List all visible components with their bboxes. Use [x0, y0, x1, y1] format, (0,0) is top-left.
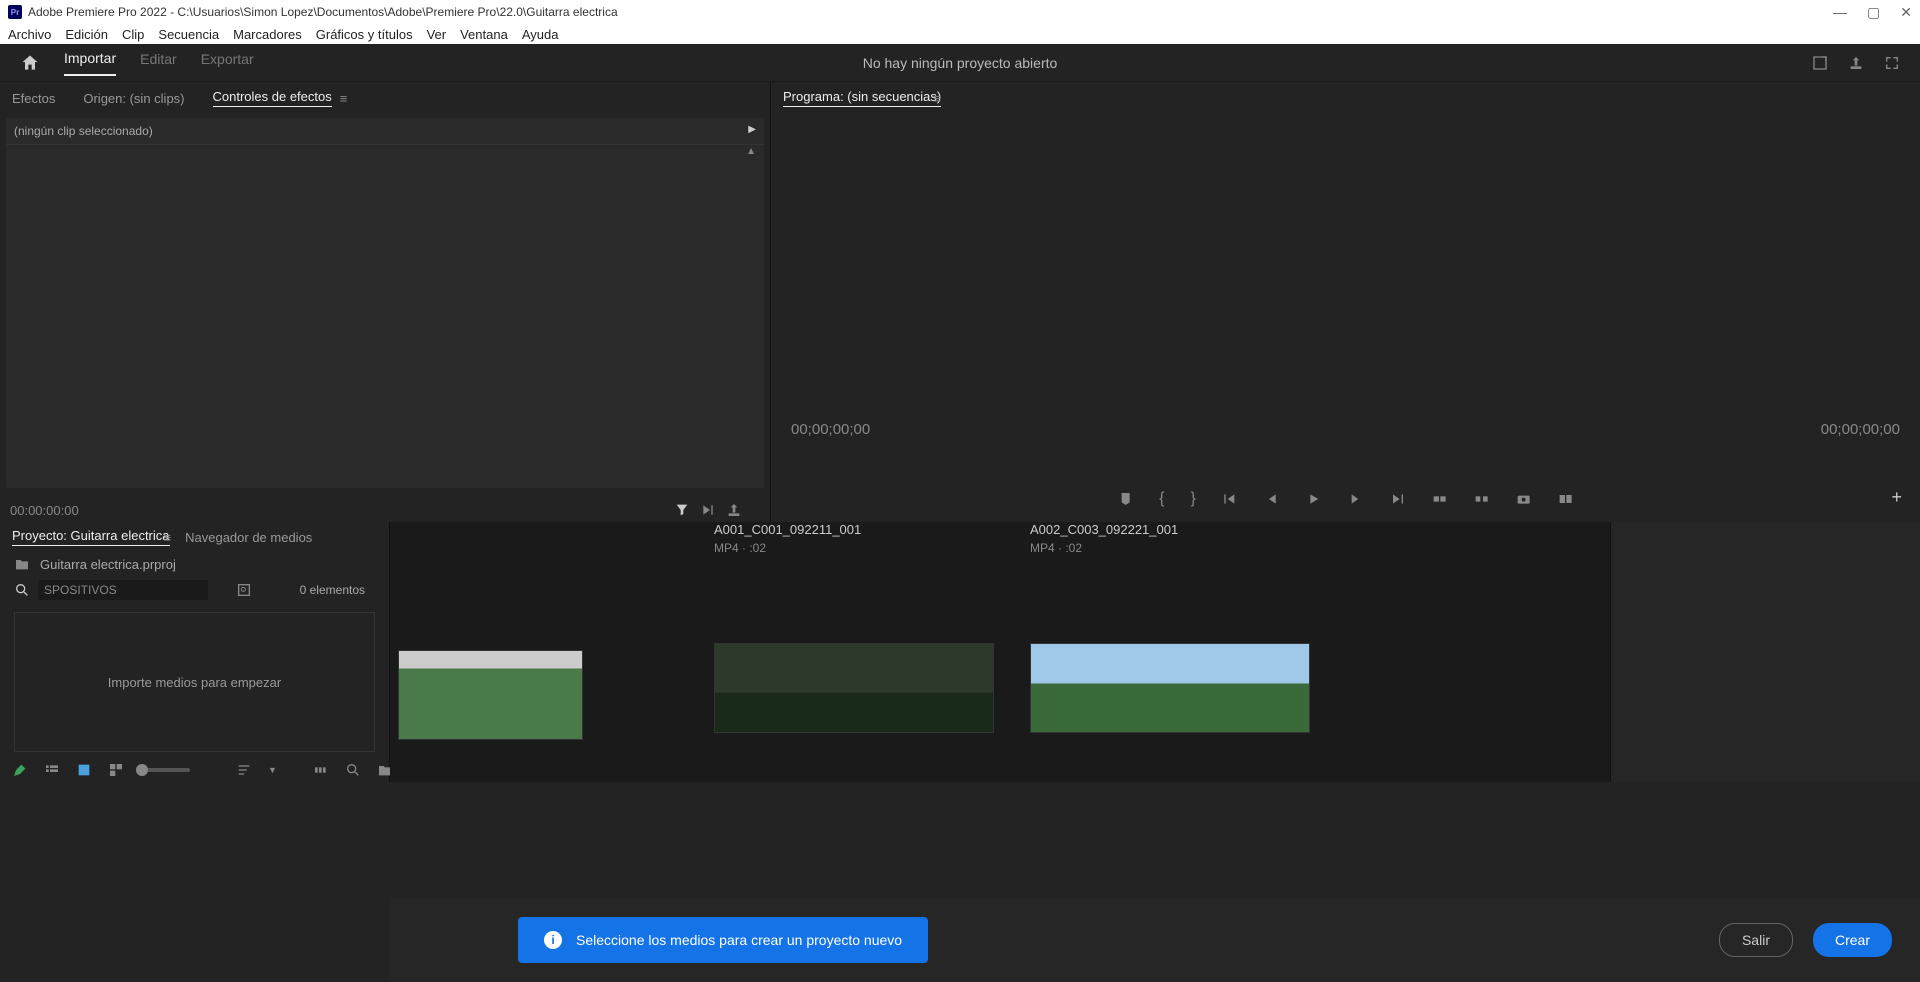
action-bar: i Seleccione los medios para crear un pr… [390, 898, 1920, 982]
media-thumbnail[interactable] [398, 650, 583, 740]
menu-graficos[interactable]: Gráficos y títulos [316, 27, 413, 42]
step-back-icon[interactable] [1264, 491, 1280, 507]
camera-icon[interactable] [1516, 491, 1532, 507]
sort-icon[interactable] [236, 762, 252, 778]
out-bracket-icon[interactable]: } [1191, 490, 1196, 508]
icon-view-icon[interactable] [76, 762, 92, 778]
in-bracket-icon[interactable]: { [1159, 490, 1164, 508]
extract-icon[interactable] [1474, 491, 1490, 507]
menu-ver[interactable]: Ver [427, 27, 447, 42]
sort-dropdown-icon[interactable]: ▼ [268, 765, 277, 775]
ws-tab-editar[interactable]: Editar [140, 51, 177, 75]
media-item[interactable]: A001_C001_092211_001 MP4 · :02 [714, 522, 994, 740]
info-message: i Seleccione los medios para crear un pr… [518, 917, 928, 963]
search-icon[interactable] [14, 582, 30, 598]
new-search-bin-icon[interactable] [236, 582, 252, 598]
tab-proyecto[interactable]: Proyecto: Guitarra electrica [12, 528, 170, 546]
zoom-slider[interactable] [140, 768, 190, 772]
export-frame-icon[interactable] [726, 502, 742, 518]
right-empty-panel [1610, 522, 1920, 782]
media-thumbnail[interactable] [1030, 643, 1310, 733]
program-panel-menu-icon[interactable]: ≡ [933, 91, 941, 106]
ws-tab-importar[interactable]: Importar [64, 50, 116, 76]
menu-edicion[interactable]: Edición [65, 27, 108, 42]
maximize-button[interactable]: ▢ [1867, 4, 1880, 21]
source-panel: Efectos Origen: (sin clips) Controles de… [0, 82, 770, 522]
exit-button[interactable]: Salir [1719, 923, 1793, 957]
home-icon[interactable] [20, 53, 40, 73]
tab-efectos[interactable]: Efectos [12, 91, 55, 106]
automate-icon[interactable] [313, 762, 329, 778]
write-icon[interactable] [12, 762, 28, 778]
close-button[interactable]: ✕ [1900, 4, 1912, 21]
program-panel: Programa: (sin secuencias) ≡ 00;00;00;00… [770, 82, 1920, 522]
info-text: Seleccione los medios para crear un proy… [576, 932, 902, 948]
freeform-view-icon[interactable] [108, 762, 124, 778]
project-panel-menu-icon[interactable]: ≡ [164, 530, 172, 545]
add-button-icon[interactable]: + [1891, 487, 1902, 508]
source-panel-menu-icon[interactable]: ≡ [340, 91, 348, 106]
menu-marcadores[interactable]: Marcadores [233, 27, 302, 42]
minimize-button[interactable]: — [1833, 4, 1847, 21]
quick-export-icon[interactable] [1812, 55, 1828, 71]
fullscreen-icon[interactable] [1884, 55, 1900, 71]
menu-secuencia[interactable]: Secuencia [158, 27, 219, 42]
go-to-in-icon[interactable] [1222, 491, 1238, 507]
project-panel: Proyecto: Guitarra electrica ≡ Navegador… [0, 522, 390, 782]
media-meta: MP4 · :02 [1030, 541, 1310, 555]
tab-controles-efectos[interactable]: Controles de efectos [213, 89, 332, 107]
source-timecode: 00:00:00:00 [10, 503, 79, 518]
bin-icon [14, 556, 30, 572]
create-button[interactable]: Crear [1813, 923, 1892, 957]
tab-navegador-medios[interactable]: Navegador de medios [185, 530, 312, 545]
go-to-out-icon[interactable] [1390, 491, 1406, 507]
info-icon: i [544, 931, 562, 949]
clip-header-text: (ningún clip seleccionado) [14, 124, 153, 138]
title-bar: Pr Adobe Premiere Pro 2022 - C:\Usuarios… [0, 0, 1920, 24]
program-tc-right: 00;00;00;00 [1821, 421, 1900, 438]
media-meta: MP4 · :02 [714, 541, 994, 555]
expand-icon[interactable]: ▶ [748, 124, 756, 138]
program-tc-left: 00;00;00;00 [791, 421, 870, 438]
share-icon[interactable] [1848, 55, 1864, 71]
list-view-icon[interactable] [44, 762, 60, 778]
play-icon[interactable] [1306, 491, 1322, 507]
insert-icon[interactable] [700, 502, 716, 518]
media-name: A001_C001_092211_001 [714, 522, 994, 537]
app-icon: Pr [8, 5, 22, 19]
find-icon[interactable] [345, 762, 361, 778]
workspace-bar: Importar Editar Exportar No hay ningún p… [0, 44, 1920, 82]
tab-programa[interactable]: Programa: (sin secuencias) [783, 89, 941, 107]
media-item[interactable]: A002_C003_092221_001 MP4 · :02 [1030, 522, 1310, 740]
media-browser: A001_C001_092211_001 MP4 · :02 A002_C003… [390, 522, 1610, 782]
lift-icon[interactable] [1432, 491, 1448, 507]
menu-bar: Archivo Edición Clip Secuencia Marcadore… [0, 24, 1920, 44]
menu-ventana[interactable]: Ventana [460, 27, 508, 42]
project-status: No hay ningún proyecto abierto [863, 55, 1058, 71]
step-forward-icon[interactable] [1348, 491, 1364, 507]
filter-icon[interactable] [674, 502, 690, 518]
menu-ayuda[interactable]: Ayuda [522, 27, 559, 42]
window-title: Adobe Premiere Pro 2022 - C:\Usuarios\Si… [28, 5, 618, 19]
menu-clip[interactable]: Clip [122, 27, 144, 42]
menu-archivo[interactable]: Archivo [8, 27, 51, 42]
media-thumbnail[interactable] [714, 643, 994, 733]
media-name: A002_C003_092221_001 [1030, 522, 1310, 537]
transport-controls: { } [1117, 490, 1574, 508]
project-search-input[interactable] [38, 580, 208, 600]
project-drop-zone[interactable]: Importe medios para empezar [14, 612, 375, 752]
drop-zone-text: Importe medios para empezar [108, 675, 281, 690]
tab-origen[interactable]: Origen: (sin clips) [83, 91, 184, 106]
project-file-name: Guitarra electrica.prproj [40, 557, 176, 572]
marker-icon[interactable] [1117, 491, 1133, 507]
compare-icon[interactable] [1558, 491, 1574, 507]
project-item-count: 0 elementos [300, 583, 375, 597]
ws-tab-exportar[interactable]: Exportar [201, 51, 254, 75]
media-item[interactable] [398, 522, 678, 740]
collapse-icon[interactable]: ▲ [746, 146, 756, 157]
